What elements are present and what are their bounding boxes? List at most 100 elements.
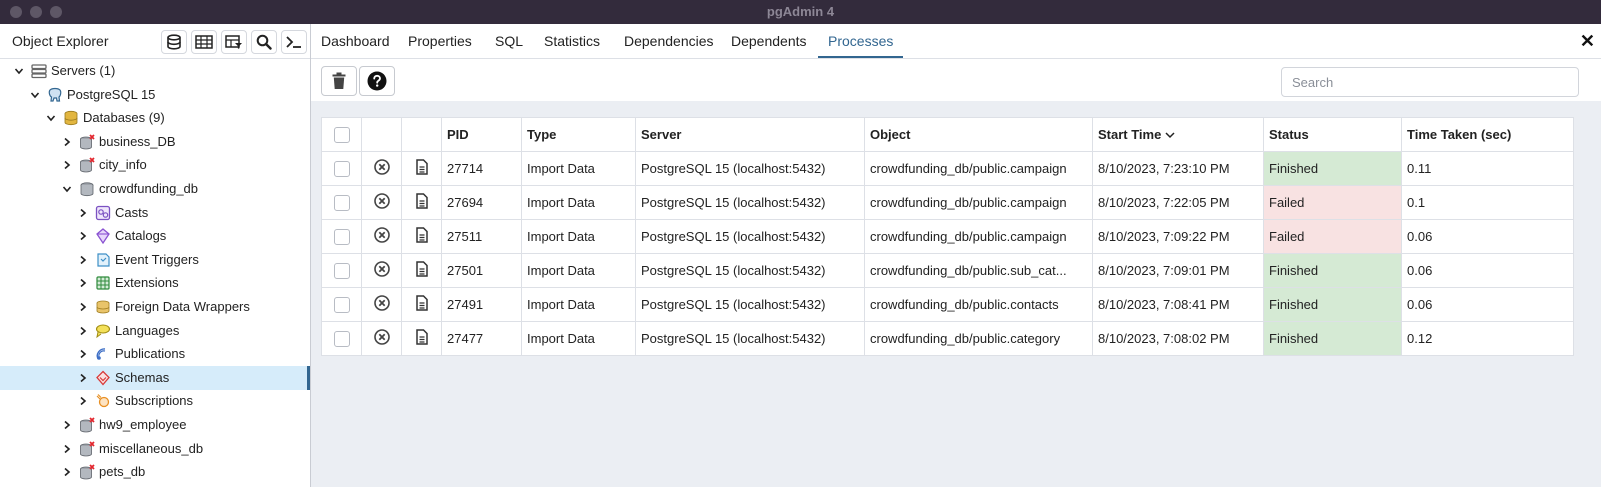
table-row[interactable]: 27714 Import Data PostgreSQL 15 (localhost… [321,151,1574,186]
tree-item[interactable]: Casts [0,201,310,225]
extensions-icon [95,275,111,291]
minimize-window-button[interactable] [30,6,42,18]
tree-item-label: crowdfunding_db [99,181,199,196]
row-select-cell [321,219,362,254]
tab-sql[interactable]: SQL [495,24,523,58]
row-checkbox[interactable] [333,228,350,245]
tab-dependents[interactable]: Dependents [731,24,807,58]
tree-item[interactable]: Catalogs [0,224,310,248]
chevron-right-icon[interactable] [77,224,89,248]
chevron-right-icon[interactable] [77,201,89,225]
cancel-process-icon[interactable] [373,193,390,212]
tree-item[interactable]: Event Triggers [0,248,310,272]
header-object[interactable]: Object [864,117,1093,152]
header-time-taken[interactable]: Time Taken (sec) [1401,117,1574,152]
chevron-right-icon[interactable] [77,366,89,390]
header-pid[interactable]: PID [441,117,522,152]
tree-item-label: Foreign Data Wrappers [115,299,250,314]
close-tab-icon[interactable]: ✕ [1580,31,1595,52]
chevron-right-icon[interactable] [61,460,73,484]
chevron-right-icon[interactable] [61,413,73,437]
chevron-down-icon[interactable] [29,83,41,107]
chevron-right-icon[interactable] [77,389,89,413]
tree-item[interactable]: Publications [0,342,310,366]
query-tool-button[interactable] [161,30,187,54]
chevron-right-icon[interactable] [77,271,89,295]
filtered-rows-button[interactable] [221,30,247,54]
header-server[interactable]: Server [635,117,865,152]
object-cell: crowdfunding_db/public.campaign [864,219,1093,254]
tree-item[interactable]: Databases (9) [0,106,310,130]
tree-item[interactable]: Schemas [0,365,310,390]
tree-item[interactable]: Foreign Data Wrappers [0,295,310,319]
process-details-icon[interactable] [415,261,429,280]
header-status[interactable]: Status [1263,117,1402,152]
chevron-right-icon[interactable] [61,437,73,461]
cancel-process-icon[interactable] [373,329,390,348]
cancel-process-icon[interactable] [373,261,390,280]
tree-item[interactable]: city_info [0,153,310,177]
header-start-time[interactable]: Start Time [1092,117,1264,152]
cancel-process-cell [361,219,402,254]
header-type[interactable]: Type [521,117,636,152]
chevron-down-icon[interactable] [61,177,73,201]
process-details-icon[interactable] [415,193,429,212]
chevron-right-icon[interactable] [77,295,89,319]
row-checkbox[interactable] [333,262,350,279]
select-all-checkbox[interactable] [333,126,350,143]
search-input[interactable] [1281,67,1579,97]
row-checkbox[interactable] [333,330,350,347]
search-objects-button[interactable] [251,30,277,54]
cancel-process-icon[interactable] [373,227,390,246]
process-details-icon[interactable] [415,295,429,314]
tab-properties[interactable]: Properties [408,24,472,58]
table-row[interactable]: 27501 Import Data PostgreSQL 15 (localhost… [321,253,1574,288]
tab-statistics[interactable]: Statistics [544,24,600,58]
chevron-right-icon[interactable] [77,319,89,343]
process-details-icon[interactable] [415,329,429,348]
chevron-right-icon[interactable] [77,342,89,366]
start-time-cell: 8/10/2023, 7:23:10 PM [1092,151,1264,186]
chevron-right-icon[interactable] [61,153,73,177]
process-details-icon[interactable] [415,159,429,178]
tree-item[interactable]: PostgreSQL 15 [0,83,310,107]
tree-item[interactable]: Servers (1) [0,59,310,83]
time-taken-cell: 0.06 [1401,287,1574,322]
tree-item[interactable]: Extensions [0,271,310,295]
maximize-window-button[interactable] [50,6,62,18]
event-triggers-icon [95,252,111,268]
table-row[interactable]: 27477 Import Data PostgreSQL 15 (localhost… [321,321,1574,356]
table-row[interactable]: 27491 Import Data PostgreSQL 15 (localhost… [321,287,1574,322]
row-checkbox[interactable] [333,194,350,211]
cancel-process-icon[interactable] [373,295,390,314]
tree-item[interactable]: crowdfunding_db [0,177,310,201]
view-data-button[interactable] [191,30,217,54]
table-row[interactable]: 27694 Import Data PostgreSQL 15 (localhost… [321,185,1574,220]
tab-dashboard[interactable]: Dashboard [321,24,390,58]
row-select-cell [321,253,362,288]
tab-dependencies[interactable]: Dependencies [624,24,714,58]
type-cell: Import Data [521,219,636,254]
cancel-process-icon[interactable] [373,159,390,178]
psql-tool-button[interactable] [281,30,307,54]
chevron-right-icon[interactable] [77,248,89,272]
tree-item-label: hw9_employee [99,417,187,432]
table-row[interactable]: 27511 Import Data PostgreSQL 15 (localhost… [321,219,1574,254]
chevron-down-icon[interactable] [13,59,25,83]
delete-process-button[interactable] [321,66,357,96]
status-cell: Finished [1263,151,1402,186]
tree-item[interactable]: miscellaneous_db [0,437,310,461]
chevron-right-icon[interactable] [61,130,73,154]
tree-item[interactable]: business_DB [0,130,310,154]
chevron-down-icon[interactable] [45,106,57,130]
tree-item[interactable]: pets_db [0,460,310,484]
row-checkbox[interactable] [333,160,350,177]
tree-item[interactable]: Subscriptions [0,389,310,413]
tab-processes[interactable]: Processes [818,24,904,58]
tree-item[interactable]: hw9_employee [0,413,310,437]
help-button[interactable] [359,66,395,96]
process-details-icon[interactable] [415,227,429,246]
close-window-button[interactable] [10,6,22,18]
row-checkbox[interactable] [333,296,350,313]
tree-item[interactable]: Languages [0,319,310,343]
